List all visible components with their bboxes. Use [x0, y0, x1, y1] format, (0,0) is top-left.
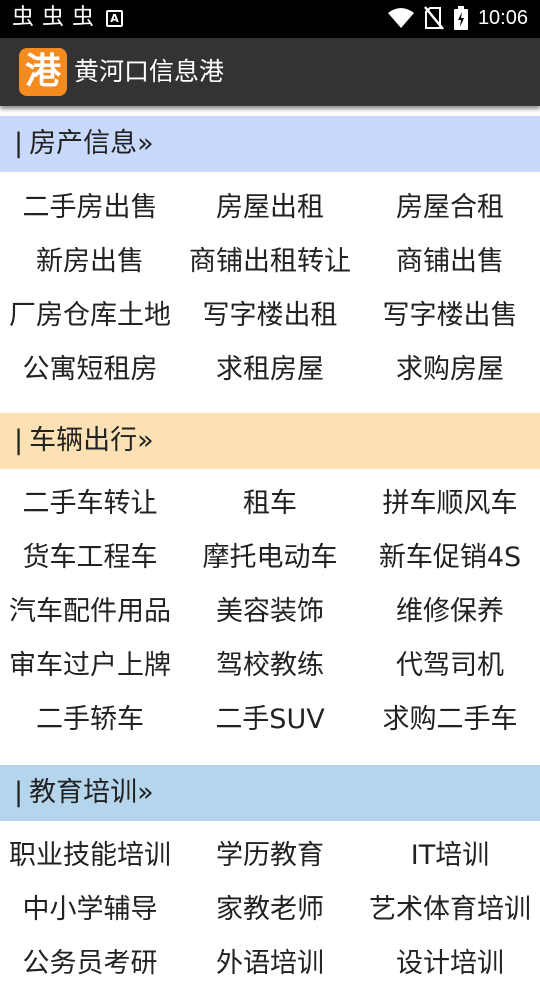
category-link[interactable]: 代驾司机: [360, 639, 540, 693]
category-link[interactable]: 厂房仓库土地: [0, 289, 180, 343]
category-link[interactable]: 写字楼出售: [360, 289, 540, 343]
category-link[interactable]: 艺术体育培训: [360, 883, 540, 937]
status-bar: 虫 虫 虫 A 10:06: [0, 0, 540, 38]
section-title: 车辆出行»: [29, 425, 154, 456]
bug-icon: 虫: [72, 5, 95, 30]
section-title: 房产信息»: [29, 128, 154, 159]
category-link[interactable]: 维修保养: [360, 585, 540, 639]
category-link[interactable]: 中小学辅导: [0, 883, 180, 937]
bug-icon: 虫: [12, 5, 35, 30]
clock: 10:06: [477, 7, 528, 29]
section-header-house[interactable]: | 房产信息»: [0, 116, 540, 172]
category-link[interactable]: 商铺出售: [360, 235, 540, 289]
category-link[interactable]: 房屋出租: [180, 181, 360, 235]
section-header-education[interactable]: | 教育培训»: [0, 765, 540, 821]
category-link[interactable]: 租车: [180, 477, 360, 531]
category-link[interactable]: 二手轿车: [0, 693, 180, 747]
section-title: 教育培训»: [29, 777, 154, 808]
category-link[interactable]: 二手房出售: [0, 181, 180, 235]
notification-icons: 虫 虫 虫 A: [12, 5, 124, 31]
category-link[interactable]: 公务员考研: [0, 937, 180, 991]
app-logo: 港: [19, 48, 67, 96]
category-link[interactable]: 学历教育: [180, 829, 360, 883]
category-link[interactable]: 货车工程车: [0, 531, 180, 585]
section-header-vehicle[interactable]: | 车辆出行»: [0, 413, 540, 469]
category-link[interactable]: 家教老师: [180, 883, 360, 937]
category-link[interactable]: 摩托电动车: [180, 531, 360, 585]
category-link[interactable]: 审车过户上牌: [0, 639, 180, 693]
category-link[interactable]: 写字楼出租: [180, 289, 360, 343]
category-link[interactable]: 驾校教练: [180, 639, 360, 693]
wifi-icon: [387, 8, 414, 28]
category-link[interactable]: 职业技能培训: [0, 829, 180, 883]
category-link[interactable]: 设计培训: [360, 937, 540, 991]
category-link[interactable]: 新房出售: [0, 235, 180, 289]
category-link[interactable]: 求租房屋: [180, 343, 360, 397]
category-link[interactable]: 二手车转让: [0, 477, 180, 531]
category-link[interactable]: 新车促销4S: [360, 531, 540, 585]
app-bar: 港 黄河口信息港: [0, 38, 540, 106]
battery-charging-icon: [453, 6, 468, 30]
category-link[interactable]: 公寓短租房: [0, 343, 180, 397]
category-link[interactable]: 外语培训: [180, 937, 360, 991]
section-bar: |: [14, 777, 24, 808]
category-link[interactable]: 房屋合租: [360, 181, 540, 235]
category-link[interactable]: 求购房屋: [360, 343, 540, 397]
a-notification-icon: A: [106, 9, 124, 27]
category-link[interactable]: 汽车配件用品: [0, 585, 180, 639]
section-bar: |: [14, 128, 24, 159]
section-bar: |: [14, 425, 24, 456]
category-link[interactable]: 美容装饰: [180, 585, 360, 639]
system-icons: 10:06: [387, 4, 528, 32]
category-link[interactable]: 求购二手车: [360, 693, 540, 747]
no-sim-icon: [423, 6, 444, 30]
app-title: 黄河口信息港: [74, 57, 225, 86]
category-link[interactable]: 商铺出租转让: [180, 235, 360, 289]
category-link[interactable]: 二手SUV: [180, 693, 360, 747]
category-link[interactable]: 拼车顺风车: [360, 477, 540, 531]
bug-icon: 虫: [42, 5, 65, 30]
category-link[interactable]: IT培训: [360, 829, 540, 883]
